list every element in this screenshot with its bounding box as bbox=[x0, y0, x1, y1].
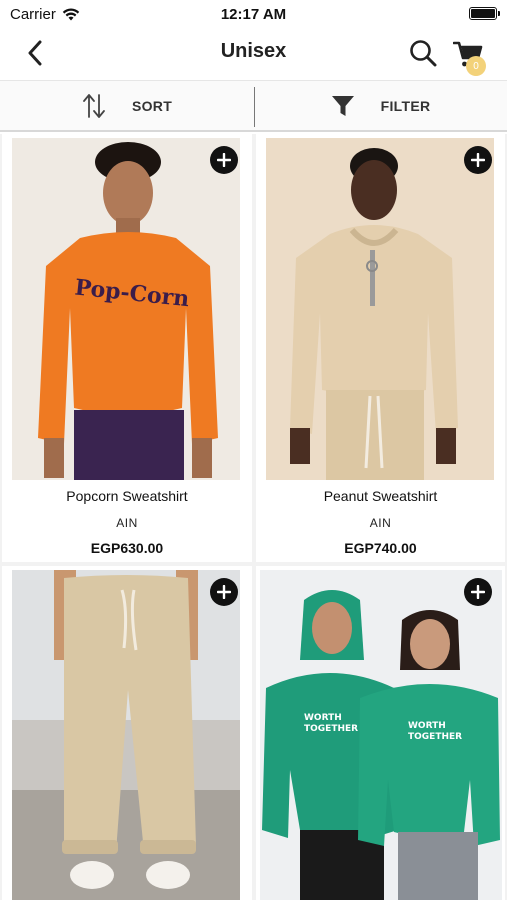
status-bar: Carrier 12:17 AM bbox=[0, 0, 507, 28]
product-grid: Pop-Corn Popcorn Sweatshirt AIN EGP630.0… bbox=[0, 134, 507, 900]
filter-button[interactable]: FILTER bbox=[254, 81, 507, 131]
product-card[interactable] bbox=[2, 566, 252, 900]
product-brand: AIN bbox=[116, 516, 138, 530]
search-button[interactable] bbox=[406, 36, 440, 70]
product-card[interactable]: Peanut Sweatshirt AIN EGP740.00 bbox=[256, 134, 505, 562]
product-image[interactable] bbox=[12, 570, 240, 900]
svg-text:TOGETHER: TOGETHER bbox=[408, 732, 462, 742]
plus-icon bbox=[471, 585, 485, 599]
add-to-cart-button[interactable] bbox=[464, 578, 492, 606]
add-to-cart-button[interactable] bbox=[210, 146, 238, 174]
product-price: EGP740.00 bbox=[344, 540, 417, 556]
plus-icon bbox=[217, 153, 231, 167]
filter-icon bbox=[331, 96, 354, 116]
product-name[interactable]: Peanut Sweatshirt bbox=[256, 488, 505, 504]
product-price: EGP630.00 bbox=[90, 540, 164, 556]
sort-icon bbox=[83, 94, 105, 118]
model-beige-sweatpants-illustration bbox=[12, 570, 240, 900]
svg-text:WORTH: WORTH bbox=[304, 713, 342, 723]
plus-icon bbox=[217, 585, 231, 599]
add-to-cart-button[interactable] bbox=[464, 146, 492, 174]
product-image[interactable]: WORTH TOGETHER WORTH TOGETHER bbox=[260, 570, 502, 900]
product-image[interactable]: Pop-Corn bbox=[12, 138, 240, 480]
model-beige-hoodie-illustration bbox=[266, 138, 494, 480]
models-green-hoodies-illustration: WORTH TOGETHER WORTH TOGETHER bbox=[260, 570, 502, 900]
add-to-cart-button[interactable] bbox=[210, 578, 238, 606]
product-card[interactable]: WORTH TOGETHER WORTH TOGETHER bbox=[256, 566, 505, 900]
sort-filter-toolbar: SORT FILTER bbox=[0, 80, 507, 132]
product-image[interactable] bbox=[266, 138, 494, 480]
svg-text:TOGETHER: TOGETHER bbox=[304, 724, 358, 734]
navigation-bar: Unisex 0 bbox=[0, 28, 507, 80]
battery-icon bbox=[469, 7, 500, 20]
plus-icon bbox=[471, 153, 485, 167]
product-brand: AIN bbox=[369, 516, 392, 530]
filter-label: FILTER bbox=[380, 98, 431, 114]
search-icon bbox=[410, 40, 437, 67]
status-time: 12:17 AM bbox=[220, 6, 287, 23]
product-card[interactable]: Pop-Corn Popcorn Sweatshirt AIN EGP630.0… bbox=[2, 134, 252, 562]
sort-button[interactable]: SORT bbox=[0, 81, 254, 131]
model-orange-sweatshirt-illustration: Pop-Corn bbox=[12, 138, 240, 480]
product-name[interactable]: Popcorn Sweatshirt bbox=[2, 488, 252, 504]
sort-label: SORT bbox=[131, 98, 173, 114]
svg-text:WORTH: WORTH bbox=[408, 721, 446, 731]
cart-count-badge: 0 bbox=[466, 56, 486, 76]
